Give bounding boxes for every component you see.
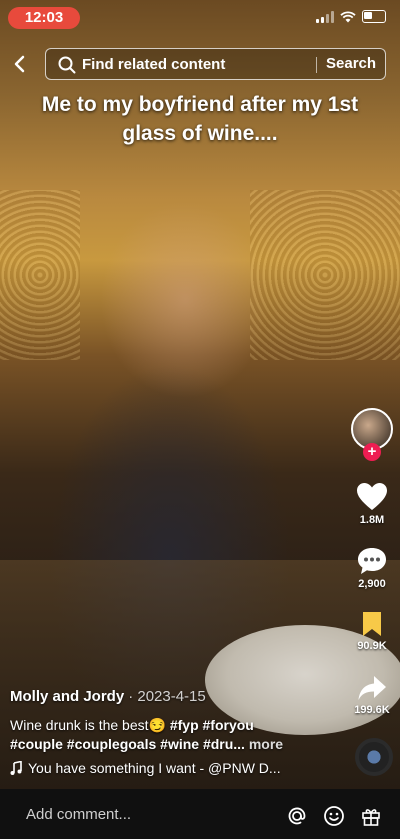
wall-pattern (0, 190, 80, 360)
status-time: 12:03 (8, 7, 80, 29)
share-button[interactable]: 199.6K (348, 674, 396, 716)
search-bar[interactable]: Search (45, 48, 386, 80)
wall-pattern (250, 190, 400, 360)
share-icon (358, 676, 386, 700)
follow-button[interactable]: + (363, 443, 381, 461)
status-icons (316, 10, 386, 23)
post-author-line: Molly and Jordy · 2023-4-15 (10, 688, 206, 705)
video-caption: Me to my boyfriend after my 1st glass of… (41, 93, 359, 145)
sound-link[interactable]: You have something I want - @PNW D... (10, 760, 281, 776)
comment-bar (0, 789, 400, 839)
description-text: Wine drunk is the best😏 (10, 717, 170, 733)
back-button[interactable] (8, 52, 32, 76)
share-count: 199.6K (354, 704, 390, 716)
music-note-icon (10, 761, 22, 775)
gift-icon[interactable] (360, 805, 382, 827)
search-button[interactable]: Search (326, 49, 376, 79)
more-link[interactable]: more (245, 736, 283, 752)
bookmark-icon (363, 612, 381, 636)
search-input[interactable] (82, 49, 302, 79)
signal-icon (316, 10, 334, 23)
hashtags-line-2[interactable]: #couple #couplegoals #wine #dru... (10, 736, 245, 752)
save-button[interactable]: 90.9K (348, 610, 396, 652)
search-divider (316, 57, 317, 73)
post-date: · 2023-4-15 (128, 688, 206, 705)
at-icon[interactable] (286, 805, 308, 827)
comment-button[interactable]: 2,900 (348, 546, 396, 590)
save-count: 90.9K (357, 640, 387, 652)
hashtags-line-1[interactable]: #fyp #foryou (170, 717, 254, 733)
comment-input[interactable] (26, 801, 256, 827)
author-name[interactable]: Molly and Jordy (10, 688, 124, 705)
search-icon (58, 56, 76, 74)
post-description[interactable]: Wine drunk is the best😏 #fyp #foryou #co… (10, 716, 350, 754)
comment-count: 2,900 (358, 578, 386, 590)
status-bar: 12:03 (0, 0, 400, 36)
like-button[interactable]: 1.8M (348, 482, 396, 526)
back-icon (14, 55, 25, 73)
heart-icon (357, 483, 387, 510)
wifi-icon (340, 10, 356, 22)
sound-title: You have something I want - @PNW D... (28, 760, 281, 776)
sound-disc[interactable] (355, 738, 393, 776)
comment-icon (358, 548, 386, 574)
like-count: 1.8M (359, 514, 385, 526)
battery-icon (362, 10, 386, 23)
emoji-icon[interactable] (323, 805, 345, 827)
